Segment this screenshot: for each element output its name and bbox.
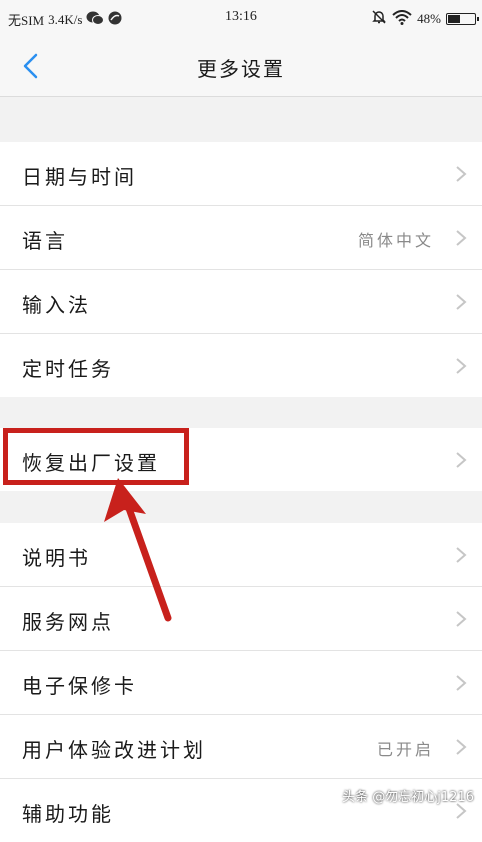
settings-item-label: 说明书 [22,546,91,570]
settings-item-value: 简体中文 [357,231,434,250]
chevron-right-icon [456,547,467,563]
chevron-right-icon [456,611,467,627]
settings-item-input-method[interactable]: 输入法 [0,270,482,334]
settings-item-service-outlets[interactable]: 服务网点 [0,587,482,651]
chevron-right-icon [456,230,467,246]
settings-item-ux-program[interactable]: 用户体验改进计划 已开启 [0,715,482,779]
settings-item-label: 语言 [22,229,68,253]
chevron-right-icon [456,294,467,310]
chevron-right-icon [456,166,467,182]
page-title: 更多设置 [197,57,285,81]
settings-item-label: 输入法 [22,293,91,317]
chevron-right-icon [456,358,467,374]
chevron-right-icon [456,739,467,755]
settings-item-label: 日期与时间 [22,165,137,189]
highlight-box [3,428,189,485]
settings-group-1: 日期与时间 语言 简体中文 输入法 定时任务 [0,142,482,397]
battery-percent: 48% [417,11,441,26]
chevron-right-icon [456,675,467,691]
settings-item-label: 辅助功能 [22,802,114,826]
chevron-right-icon [456,452,467,468]
settings-item-manual[interactable]: 说明书 [0,523,482,587]
battery-icon [446,13,479,25]
settings-item-value: 已开启 [376,740,434,759]
settings-item-label: 定时任务 [22,357,114,381]
settings-item-label: 服务网点 [22,610,114,634]
settings-item-label: 用户体验改进计划 [22,738,206,762]
battery-fill [448,15,460,23]
settings-item-e-warranty[interactable]: 电子保修卡 [0,651,482,715]
mute-bell-icon [371,9,387,29]
title-bar: 更多设置 [0,36,482,97]
wifi-icon [392,9,412,29]
watermark: 头条 @勿忘初心j1216 [342,790,474,805]
status-bar: 无SIM 3.4K/s 13:16 48% [0,0,482,36]
status-right: 48% [371,9,479,29]
settings-item-language[interactable]: 语言 简体中文 [0,206,482,270]
settings-item-scheduled-tasks[interactable]: 定时任务 [0,334,482,397]
settings-item-label: 电子保修卡 [22,674,137,698]
settings-item-date-time[interactable]: 日期与时间 [0,142,482,206]
